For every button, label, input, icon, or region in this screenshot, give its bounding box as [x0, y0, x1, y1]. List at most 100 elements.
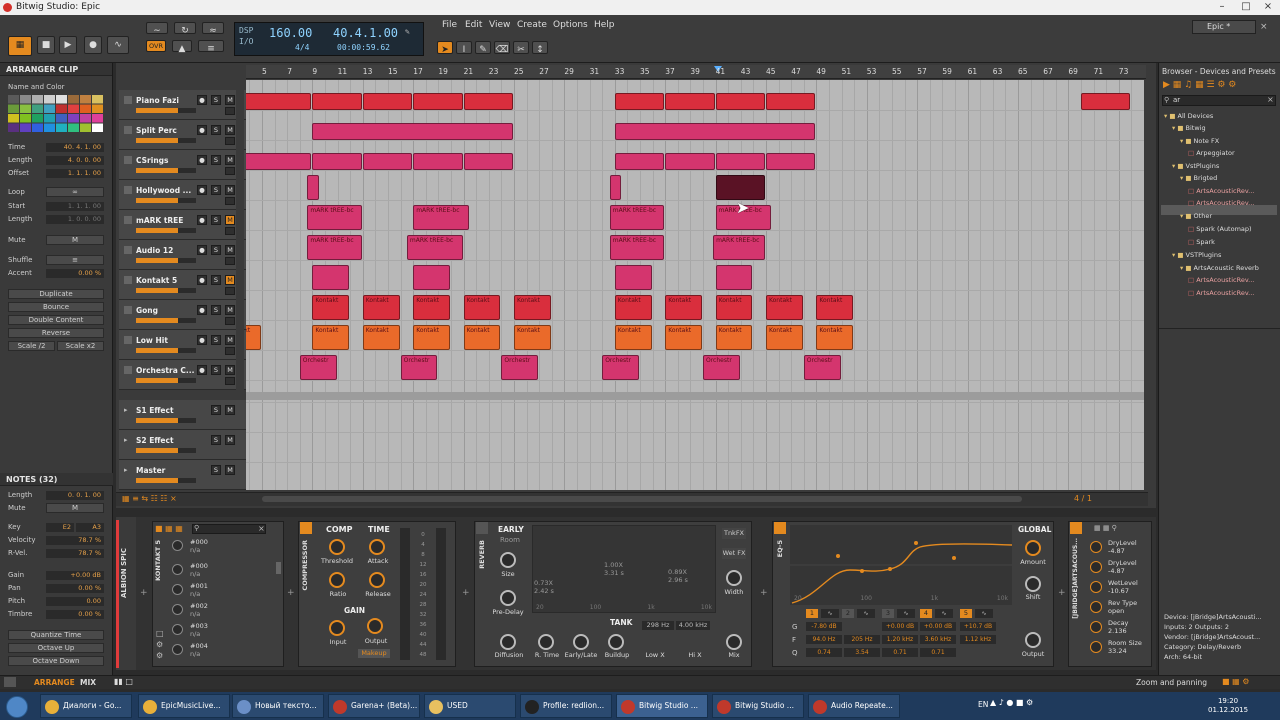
- mute-button[interactable]: M: [225, 305, 235, 315]
- quantize-time-button[interactable]: Quantize Time: [8, 630, 104, 640]
- add-device-icon[interactable]: +: [287, 588, 295, 598]
- effect-track-name[interactable]: S1 Effect: [136, 406, 174, 415]
- jbridge-param-knob[interactable]: [1090, 601, 1102, 613]
- mute-button[interactable]: M: [225, 335, 235, 345]
- arranger-clip[interactable]: Kontakt: [312, 325, 350, 350]
- makeup-button[interactable]: Makeup: [358, 649, 390, 658]
- eq-band-type-icon[interactable]: ∿: [821, 609, 839, 618]
- arranger-clip[interactable]: Kontakt: [665, 295, 702, 320]
- mute-button[interactable]: M: [225, 155, 235, 165]
- arranger-clip[interactable]: [665, 153, 715, 170]
- device-power-icon[interactable]: ■ ▦ ▦: [155, 524, 183, 533]
- track-monitor-icon[interactable]: [225, 377, 235, 385]
- arranger-clip[interactable]: Kontakt: [413, 295, 450, 320]
- track-monitor-icon[interactable]: [225, 137, 235, 145]
- effect-track-header[interactable]: ▸ S2 Effect S M: [119, 430, 246, 460]
- mute-button[interactable]: M: [225, 365, 235, 375]
- arranger-clip[interactable]: Kontakt: [463, 325, 501, 350]
- early-late-knob[interactable]: [573, 634, 589, 650]
- track-volume-fader[interactable]: [136, 448, 196, 453]
- arranger-clip[interactable]: Kontakt: [665, 325, 702, 350]
- eq-gain-value[interactable]: +10.7 dB: [960, 622, 996, 631]
- arranger-clip[interactable]: Kontakt: [362, 295, 400, 320]
- palette-swatch[interactable]: [80, 114, 91, 123]
- mute-button[interactable]: M: [225, 405, 235, 415]
- buildup-knob[interactable]: [608, 634, 624, 650]
- browser-tree-item[interactable]: □ Spark (Automap): [1188, 225, 1252, 233]
- arranger-clip[interactable]: [1081, 93, 1131, 110]
- effect-track-header[interactable]: ▸ S1 Effect S M: [119, 400, 246, 430]
- arranger-clip[interactable]: [715, 153, 765, 170]
- record-arm-button[interactable]: ●: [197, 125, 207, 135]
- time-signature[interactable]: 4/4: [295, 43, 309, 52]
- record-arm-button[interactable]: ●: [197, 365, 207, 375]
- track-volume-fader[interactable]: [136, 168, 196, 173]
- palette-swatch[interactable]: [8, 123, 19, 133]
- position-display[interactable]: 40.4.1.00: [333, 26, 398, 40]
- track-header[interactable]: ▸Hollywood ...●SM: [119, 180, 246, 210]
- browser-tree-item[interactable]: □ ArtsAcousticRev...: [1188, 289, 1254, 297]
- low-x-freq[interactable]: 298 Hz: [642, 621, 674, 630]
- track-header[interactable]: ▸mARK tREE●SM: [119, 210, 246, 240]
- arranger-clip[interactable]: Kontakt: [766, 325, 803, 350]
- pointer-tool-icon[interactable]: ➤: [437, 41, 453, 55]
- arranger-clip[interactable]: [715, 265, 753, 290]
- taskbar-item[interactable]: Profile: redlion...: [520, 694, 612, 718]
- browser-tree-item[interactable]: ▾ ■ Note FX: [1180, 137, 1219, 145]
- amount-knob[interactable]: [1025, 540, 1041, 556]
- mute-button[interactable]: M: [225, 125, 235, 135]
- taskbar-item[interactable]: Audio Repeate...: [808, 694, 900, 718]
- arranger-clip[interactable]: [614, 123, 816, 140]
- menu-create[interactable]: Create: [517, 20, 547, 30]
- ratio-knob[interactable]: [329, 572, 345, 588]
- eq-band-type-icon[interactable]: ∿: [897, 609, 915, 618]
- arranger-clip[interactable]: [312, 153, 362, 170]
- eq-band-type-icon[interactable]: ∿: [935, 609, 953, 618]
- track-volume-fader[interactable]: [136, 258, 196, 263]
- wet-fx-button[interactable]: Wet FX: [722, 548, 746, 559]
- add-device-icon-4[interactable]: +: [1058, 588, 1066, 598]
- arranger-clip[interactable]: [614, 265, 652, 290]
- threshold-knob[interactable]: [329, 539, 345, 555]
- track-volume-fader[interactable]: [136, 108, 196, 113]
- record-arm-button[interactable]: ●: [197, 215, 207, 225]
- track-name[interactable]: Low Hit: [136, 336, 168, 345]
- track-volume-fader[interactable]: [136, 478, 196, 483]
- palette-swatch[interactable]: [32, 123, 43, 133]
- palette-swatch[interactable]: [44, 123, 55, 133]
- arranger-clip[interactable]: [312, 265, 350, 290]
- predelay-knob[interactable]: [500, 590, 516, 606]
- eq-q-value[interactable]: 0.74: [806, 648, 842, 657]
- program-knob[interactable]: [172, 540, 183, 551]
- eq-curve-display[interactable]: [790, 525, 1012, 605]
- arranger-clip[interactable]: [614, 153, 665, 170]
- arranger-clip[interactable]: [307, 175, 319, 200]
- record-arm-button[interactable]: ●: [197, 335, 207, 345]
- track-name[interactable]: Gong: [136, 306, 158, 315]
- arranger-clip[interactable]: [463, 153, 513, 170]
- record-arm-button[interactable]: ●: [197, 95, 207, 105]
- palette-swatch[interactable]: [80, 123, 91, 133]
- arranger-clip[interactable]: Kontakt: [312, 295, 350, 320]
- track-monitor-icon[interactable]: [225, 347, 235, 355]
- tray-icons[interactable]: ▲ ♪ ● ■ ⚙: [990, 698, 1033, 707]
- jbridge-param-knob[interactable]: [1090, 641, 1102, 653]
- browser-tree-item[interactable]: □ Arpeggiator: [1188, 149, 1235, 157]
- track-header[interactable]: ▸Gong●SM: [119, 300, 246, 330]
- palette-swatch[interactable]: [92, 123, 103, 133]
- arranger-clip[interactable]: Kontakt: [715, 325, 753, 350]
- eq-freq-value[interactable]: 1.12 kHz: [960, 635, 996, 644]
- mix-view-tab[interactable]: MIX: [80, 678, 96, 687]
- arranger-clip[interactable]: mARK tREE-bc: [406, 235, 463, 260]
- arranger-clip[interactable]: Kontakt: [514, 295, 551, 320]
- arranger-clip[interactable]: [766, 93, 816, 110]
- offset-value[interactable]: 1. 1. 1. 00: [46, 169, 104, 178]
- start-button-icon[interactable]: [6, 696, 28, 718]
- track-monitor-icon[interactable]: [225, 287, 235, 295]
- eq-band-5-button[interactable]: 5: [960, 609, 972, 618]
- effect-track-header[interactable]: ▸ Master S M: [119, 460, 246, 490]
- gain-value[interactable]: +0.00 dB: [46, 571, 104, 580]
- eq-band-2-button[interactable]: 2: [842, 609, 854, 618]
- browser-search-input[interactable]: ar: [1162, 95, 1276, 106]
- palette-swatch[interactable]: [20, 95, 31, 104]
